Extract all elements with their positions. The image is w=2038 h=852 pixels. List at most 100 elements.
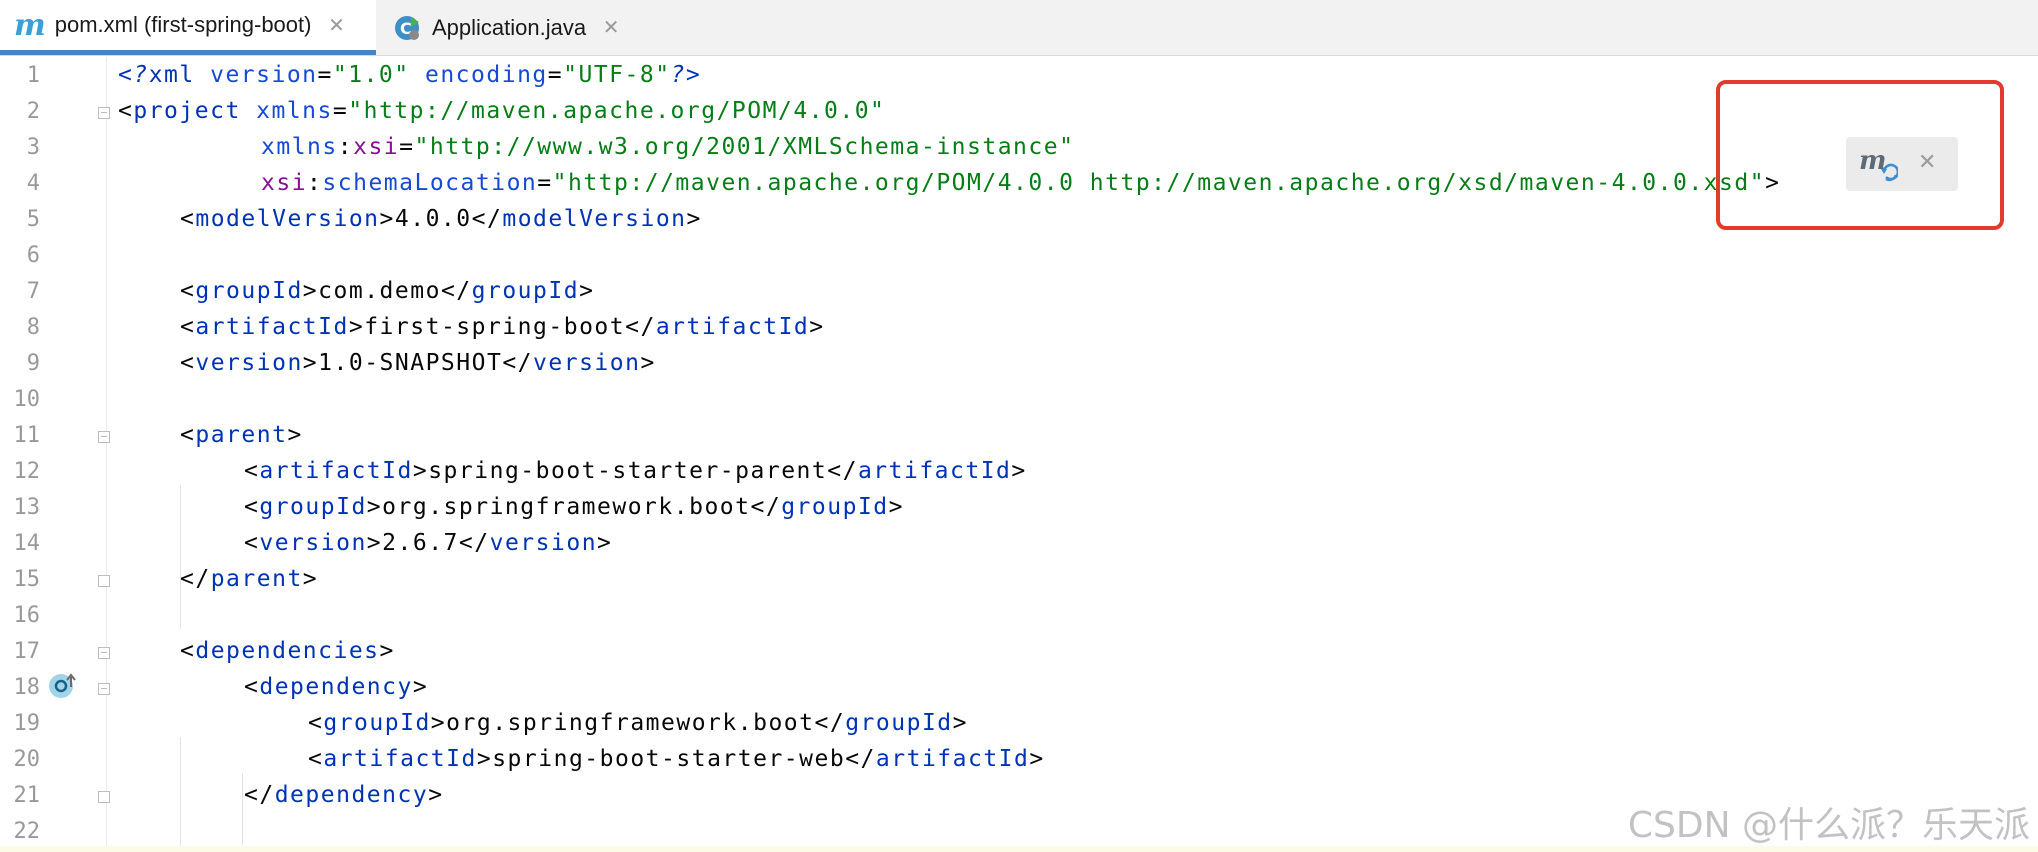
overrides-icon[interactable] <box>48 671 78 701</box>
code-line: <modelVersion>4.0.0</modelVersion> <box>180 206 702 232</box>
tag-name: version <box>259 530 367 556</box>
line-number: 5 <box>26 207 40 232</box>
code-line: <dependency> <box>244 674 429 700</box>
tab-label: pom.xml (first-spring-boot) <box>54 12 312 37</box>
tag-name: groupId <box>471 278 580 304</box>
equals: = <box>537 170 553 196</box>
close-icon[interactable]: ✕ <box>600 15 622 40</box>
tag-text: 1.0-SNAPSHOT <box>318 350 503 376</box>
tag-text: 4.0.0 <box>394 206 472 232</box>
line-number: 16 <box>13 603 41 628</box>
equals: = <box>332 98 349 124</box>
colon: : <box>307 170 323 196</box>
attr-value: "http://maven.apache.org/POM/4.0.0 http:… <box>552 170 1766 196</box>
code-line: <version>1.0-SNAPSHOT</version> <box>180 350 656 376</box>
close-icon[interactable]: ✕ <box>325 13 347 38</box>
attr-value: "UTF-8" <box>563 62 671 88</box>
tag-name: modelVersion <box>502 206 687 232</box>
attr-name: encoding <box>409 62 548 88</box>
code-line: xsi:schemaLocation="http://maven.apache.… <box>261 165 1780 201</box>
fold-marker[interactable] <box>98 431 110 443</box>
attr-value: "http://www.w3.org/2001/XMLSchema-instan… <box>414 134 1075 160</box>
line-number: 8 <box>26 315 40 340</box>
tag-name: parent <box>210 566 303 592</box>
tag-name: parent <box>195 422 288 448</box>
line-number: 14 <box>13 531 41 556</box>
fold-marker[interactable] <box>98 647 110 659</box>
fold-marker[interactable] <box>98 683 110 695</box>
tag-name: artifactId <box>259 458 413 484</box>
line-number: 13 <box>13 495 41 520</box>
indent-guide <box>180 737 181 852</box>
equals: = <box>399 134 415 160</box>
line-number: 3 <box>26 135 40 160</box>
tag-name: dependency <box>259 674 413 700</box>
tag-text: spring-boot-starter-parent <box>428 458 828 484</box>
code-line: <groupId>org.springframework.boot</group… <box>308 710 968 736</box>
fold-marker[interactable] <box>98 791 110 803</box>
watermark: CSDN @什么派？乐天派 <box>1627 805 2030 846</box>
namespace-prefix: xsi <box>353 134 400 160</box>
tag-name: dependency <box>274 782 429 808</box>
tab-application-java[interactable]: C Application.java ✕ <box>378 0 638 55</box>
line-number: 10 <box>13 387 41 412</box>
colon: : <box>337 134 354 160</box>
tag-text: com.demo <box>318 278 441 304</box>
tag-name: project <box>133 98 241 124</box>
tag-text: org.springframework.boot <box>446 710 815 736</box>
fold-marker[interactable] <box>98 107 110 119</box>
tag-name: version <box>489 530 598 556</box>
indent-guide <box>180 485 181 629</box>
attr-name: xmlns <box>261 134 338 160</box>
code-line: <parent> <box>180 422 303 448</box>
code-line: <groupId>com.demo</groupId> <box>180 278 595 304</box>
code-line: </dependency> <box>244 782 444 808</box>
tag-name: groupId <box>259 494 367 520</box>
namespace-prefix: xsi <box>261 170 308 196</box>
tag-name: version <box>195 350 303 376</box>
line-number: 1 <box>26 63 40 88</box>
xml-declaration-close: ?> <box>670 62 702 88</box>
tab-label: Application.java <box>432 14 587 40</box>
tag-text: spring-boot-starter-web <box>492 746 846 772</box>
code-line: <artifactId>spring-boot-starter-web</art… <box>308 746 1045 772</box>
attr-name: xmlns <box>240 98 333 124</box>
line-number: 19 <box>13 711 41 736</box>
tag-name: version <box>533 350 641 376</box>
xml-declaration-name: xml <box>148 62 195 88</box>
line-number: 18 <box>13 675 41 700</box>
line-number: 6 <box>26 243 40 268</box>
code-line: </parent> <box>180 566 319 592</box>
code-line: <version>2.6.7</version> <box>244 530 613 556</box>
line-number: 4 <box>26 171 40 196</box>
fold-marker[interactable] <box>98 575 110 587</box>
tag-name: groupId <box>781 494 889 520</box>
equals: = <box>317 62 333 88</box>
java-class-icon: C <box>394 15 420 41</box>
xml-declaration-open: <? <box>118 62 149 88</box>
tag-name: modelVersion <box>195 206 380 232</box>
line-number: 20 <box>13 747 41 772</box>
line-number: 11 <box>13 423 41 448</box>
tab-pom-xml[interactable]: m pom.xml (first-spring-boot) ✕ <box>0 0 376 55</box>
line-number: 15 <box>13 567 41 592</box>
editor-gutter: 1 2 3 4 5 6 7 8 9 10 11 12 13 14 15 16 1… <box>0 57 110 852</box>
attr-value: "1.0" <box>332 62 410 88</box>
tag-name: artifactId <box>655 314 810 340</box>
code-line: <artifactId>spring-boot-starter-parent</… <box>244 458 1027 484</box>
attr-name: schemaLocation <box>322 170 538 196</box>
tag-name: groupId <box>845 710 953 736</box>
tag-name: groupId <box>195 278 303 304</box>
line-number: 7 <box>26 279 40 304</box>
line-number: 12 <box>13 459 41 484</box>
attr-name: version <box>194 62 318 88</box>
maven-icon: m <box>14 7 46 43</box>
equals: = <box>547 62 564 88</box>
line-number: 17 <box>13 639 41 664</box>
line-number: 21 <box>13 783 41 808</box>
line-number: 22 <box>13 819 41 844</box>
tag-text: 2.6.7 <box>382 530 459 556</box>
tag-text: org.springframework.boot <box>382 494 751 520</box>
code-line: <groupId>org.springframework.boot</group… <box>244 494 904 520</box>
tag-name: artifactId <box>857 458 1012 484</box>
